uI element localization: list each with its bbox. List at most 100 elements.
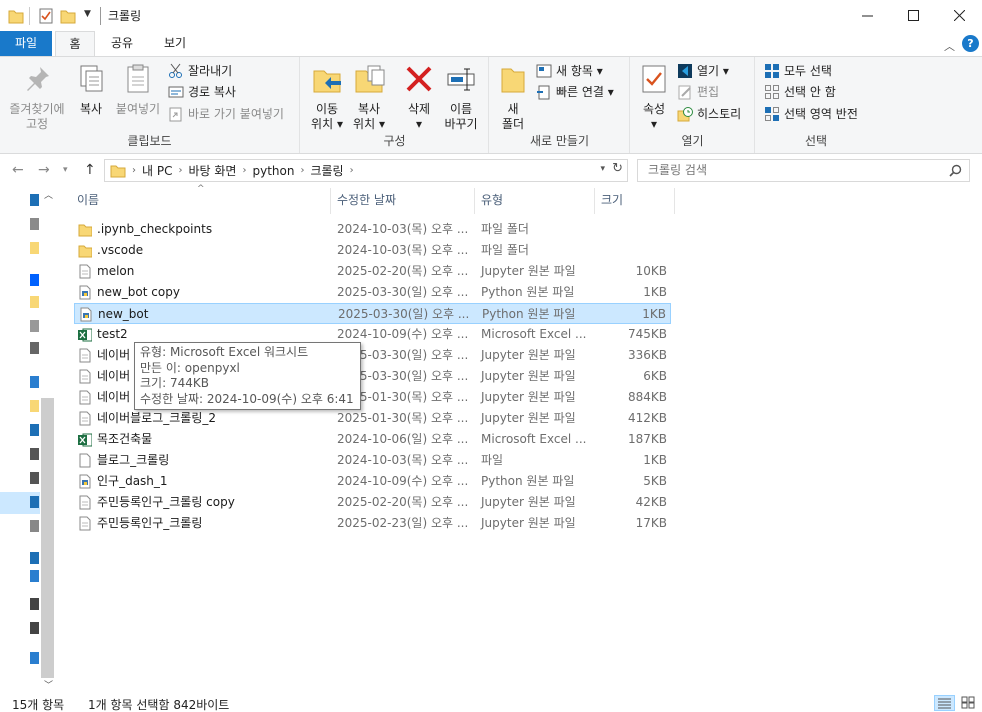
new-folder-button[interactable]: 새 폴더	[494, 63, 532, 132]
picture-icon[interactable]	[30, 520, 39, 532]
address-dropdown-icon[interactable]: ▾	[600, 164, 605, 174]
folder-icon[interactable]	[30, 242, 39, 254]
copy-to-button[interactable]: 복사 위치 ▾	[349, 63, 389, 132]
open-button[interactable]: 열기 ▾	[677, 61, 729, 81]
file-row[interactable]: 주민등록인구_크롤링 2025-02-23(일) 오후 ... Jupyter 원본…	[74, 513, 671, 534]
python-icon	[79, 285, 91, 300]
file-size: 1KB	[643, 453, 667, 467]
video-icon[interactable]	[30, 552, 39, 564]
customize-quick-access-icon[interactable]: ▼	[84, 9, 91, 27]
nav-scrollbar[interactable]	[40, 202, 55, 678]
properties-button[interactable]: 속성 ▾	[635, 63, 673, 132]
column-separator[interactable]	[594, 188, 595, 214]
column-header-size[interactable]: 크기	[601, 192, 623, 214]
file-row[interactable]: 주민등록인구_크롤링 copy 2025-02-20(목) 오후 ... Jupyt…	[74, 492, 671, 513]
picture-icon[interactable]	[30, 320, 39, 332]
large-icons-view-button[interactable]	[960, 695, 977, 711]
invert-selection-button[interactable]: 선택 영역 반전	[764, 104, 858, 124]
easy-access-button[interactable]: 빠른 연결 ▾	[536, 82, 614, 102]
paste-shortcut-button[interactable]: 바로 가기 붙여넣기	[168, 104, 284, 124]
blank-file-icon	[79, 453, 91, 468]
vscode-icon	[678, 64, 692, 78]
downloads-icon[interactable]	[30, 424, 39, 436]
column-header-type[interactable]: 유형	[481, 192, 503, 214]
pin-to-quick-access-button[interactable]: 즐겨찾기에 고정	[4, 63, 70, 132]
this-pc-icon[interactable]	[30, 376, 39, 388]
forward-arrow-icon[interactable]: →	[38, 162, 50, 178]
network-icon[interactable]	[30, 652, 39, 664]
tab-share[interactable]: 공유	[100, 31, 144, 56]
column-header-name[interactable]: 이름	[77, 192, 99, 214]
cut-button[interactable]: 잘라내기	[168, 61, 232, 81]
address-bar[interactable]: › 내 PC › 바탕 화면 › python › 크롤링 › ▾ ↻	[104, 159, 628, 182]
file-row[interactable]: new_bot 2025-03-30(일) 오후 ... Python 원본 파일 1…	[74, 303, 671, 324]
help-icon[interactable]: ?	[962, 35, 979, 52]
move-to-button[interactable]: 이동 위치 ▾	[307, 63, 347, 132]
file-row[interactable]: .vscode 2024-10-03(목) 오후 ... 파일 폴더	[74, 240, 671, 261]
drive-icon[interactable]	[30, 570, 39, 582]
file-size: 336KB	[627, 348, 667, 362]
column-header-date[interactable]: 수정한 날짜	[337, 192, 396, 214]
nav-scroll-down-icon[interactable]: ﹀	[44, 678, 53, 691]
column-separator[interactable]	[330, 188, 331, 214]
recent-locations-icon[interactable]: ▾	[63, 165, 68, 175]
file-size: 17KB	[635, 516, 667, 530]
new-item-button[interactable]: 새 항목 ▾	[536, 61, 603, 81]
music-icon[interactable]	[30, 472, 39, 484]
dropbox-icon[interactable]	[30, 274, 39, 286]
new-group: 새 폴더 새 항목 ▾ 빠른 연결 ▾ 새로 만들기	[490, 57, 630, 153]
column-separator[interactable]	[474, 188, 475, 214]
breadcrumb-crawling[interactable]: 크롤링	[310, 162, 343, 179]
column-separator[interactable]	[674, 188, 675, 214]
breadcrumb-this-pc[interactable]: 내 PC	[142, 162, 172, 179]
quick-access-icon[interactable]	[30, 194, 39, 206]
copy-button[interactable]: 복사	[72, 63, 110, 117]
drive-icon[interactable]	[30, 622, 39, 634]
desktop-icon[interactable]	[30, 496, 39, 508]
file-row[interactable]: 네이버블로그_크롤링_2 2025-01-30(목) 오후 ... Jupyter …	[74, 408, 671, 429]
tab-view[interactable]: 보기	[152, 31, 198, 56]
file-row[interactable]: new_bot copy 2025-03-30(일) 오후 ... Python 원…	[74, 282, 671, 303]
edit-button[interactable]: 편집	[677, 82, 719, 102]
refresh-icon[interactable]: ↻	[612, 161, 623, 176]
file-size: 884KB	[627, 390, 667, 404]
drive-icon[interactable]	[30, 598, 39, 610]
music-icon[interactable]	[30, 342, 39, 354]
up-arrow-icon[interactable]: ↑	[84, 162, 96, 178]
rename-button[interactable]: 이름 바꾸기	[441, 63, 481, 132]
nav-scroll-thumb[interactable]	[41, 398, 54, 678]
paste-button[interactable]: 붙여넣기	[112, 63, 164, 117]
copy-path-button[interactable]: 경로 복사	[168, 82, 236, 102]
breadcrumb-python[interactable]: python	[252, 164, 294, 178]
easy-access-icon	[537, 85, 550, 100]
collapse-ribbon-icon[interactable]: ︿	[944, 38, 955, 54]
file-row[interactable]: melon 2025-02-20(목) 오후 ... Jupyter 원본 파일 10…	[74, 261, 671, 282]
file-row[interactable]: 목조건축물 2024-10-06(일) 오후 ... Microsoft Excel…	[74, 429, 671, 450]
history-button[interactable]: 히스토리	[677, 104, 741, 124]
maximize-button[interactable]	[890, 0, 936, 31]
delete-button[interactable]: 삭제 ▾	[399, 63, 439, 132]
back-arrow-icon[interactable]: ←	[12, 162, 24, 178]
tab-file[interactable]: 파일	[0, 31, 52, 56]
title-bar: ▼ 크롤링	[0, 0, 982, 31]
documents-icon[interactable]	[30, 448, 39, 460]
close-button[interactable]	[936, 0, 982, 31]
breadcrumb-separator-icon: ›	[300, 165, 305, 176]
document-icon[interactable]	[30, 218, 39, 230]
details-view-button[interactable]	[934, 695, 955, 711]
tab-home[interactable]: 홈	[55, 31, 95, 57]
folder-icon[interactable]	[30, 296, 39, 308]
search-input[interactable]: 크롤링 검색	[637, 159, 970, 182]
select-all-button[interactable]: 모두 선택	[764, 61, 832, 81]
file-row[interactable]: 블로그_크롤링 2024-10-03(목) 오후 ... 파일 1KB	[74, 450, 671, 471]
new-folder-icon[interactable]	[60, 7, 76, 25]
minimize-button[interactable]	[844, 0, 890, 31]
folder-icon[interactable]	[30, 400, 39, 412]
select-none-button[interactable]: 선택 안 함	[764, 82, 836, 102]
file-row[interactable]: .ipynb_checkpoints 2024-10-03(목) 오후 ... 파일…	[74, 219, 671, 240]
properties-icon[interactable]	[38, 7, 54, 25]
nav-scroll-up-icon[interactable]: ︿	[44, 188, 53, 201]
select-group: 모두 선택 선택 안 함 선택 영역 반전 선택	[756, 57, 876, 153]
breadcrumb-desktop[interactable]: 바탕 화면	[188, 162, 236, 179]
file-row[interactable]: 인구_dash_1 2024-10-09(수) 오후 ... Python 원본 파…	[74, 471, 671, 492]
